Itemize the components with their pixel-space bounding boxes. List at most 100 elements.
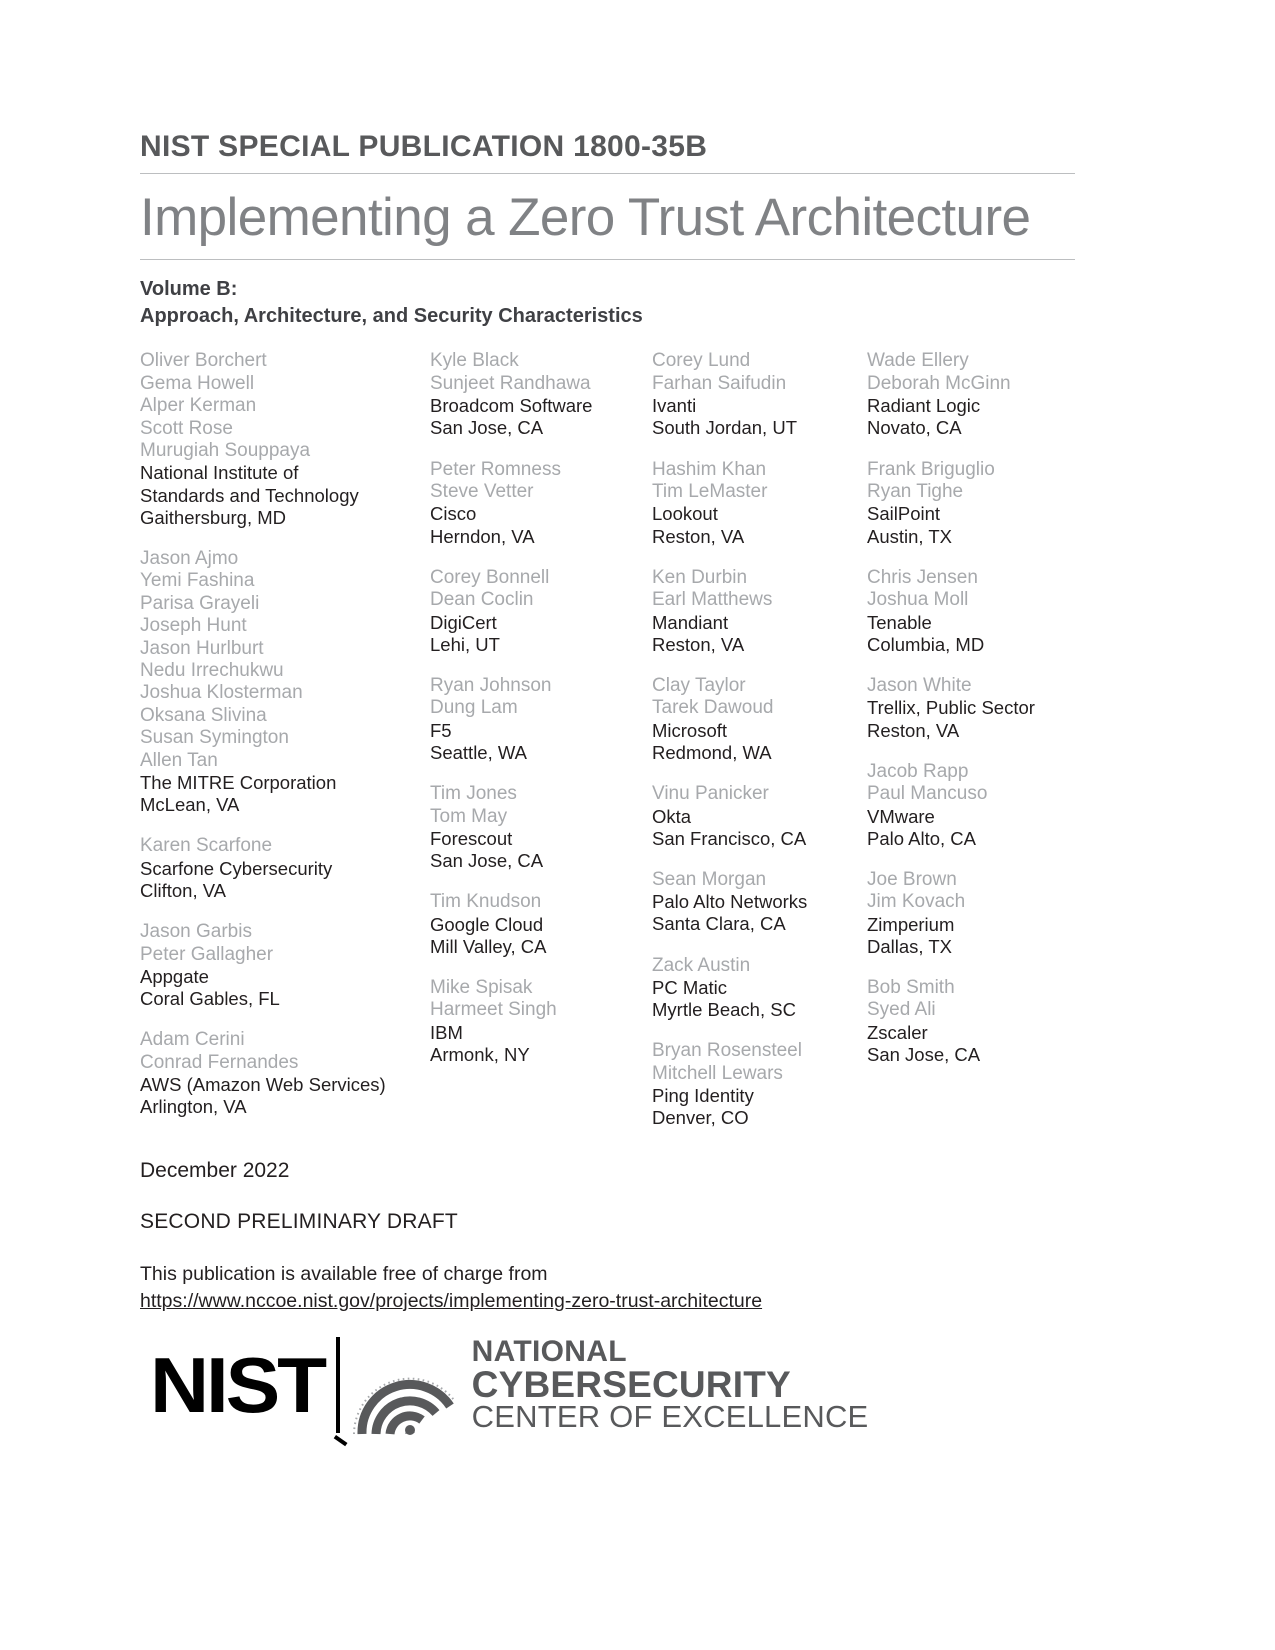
nist-wordmark: NIST (150, 1341, 327, 1429)
contributor-location: Seattle, WA (430, 741, 527, 763)
contributor-organization: Trellix, Public Sector (867, 697, 1035, 719)
contributor-name: Scott Rose (140, 417, 233, 439)
contributor-group: Corey Lund Farhan Saifudin Ivanti South Jor… (652, 350, 853, 439)
contributor-organization: IBM (430, 1021, 463, 1043)
contributor-name: Oliver Borchert (140, 350, 267, 372)
contributor-location: Austin, TX (867, 525, 953, 547)
availability-url-link[interactable]: https://www.nccoe.nist.gov/projects/impl… (140, 1288, 762, 1314)
contributor-name: Bob Smith (867, 977, 955, 999)
cover-footer: December 2022 SECOND PRELIMINARY DRAFT T… (140, 1149, 1075, 1314)
contributor-organization: SailPoint (867, 503, 941, 525)
contributor-name: Paul Mancuso (867, 783, 988, 805)
contributor-location: San Jose, CA (430, 417, 544, 439)
contributor-organization: Cisco (430, 503, 477, 525)
contributor-location: Herndon, VA (430, 525, 535, 547)
contributor-location: San Francisco, CA (652, 827, 807, 849)
contributor-location: Coral Gables, FL (140, 988, 280, 1010)
contributor-name: Wade Ellery (867, 350, 969, 372)
contributor-organization: Ivanti (652, 395, 697, 417)
contributor-group: Jacob Rapp Paul Mancuso VMware Palo Alto, C… (867, 761, 1061, 850)
contributor-location: Columbia, MD (867, 633, 985, 655)
contributor-name: Corey Lund (652, 350, 751, 372)
contributor-group: Bryan Rosensteel Mitchell Lewars Ping Iden… (652, 1040, 853, 1129)
contributor-group: Jason Ajmo Yemi Fashina Parisa Grayeli Jose… (140, 548, 416, 816)
volume-subtitle: Approach, Architecture, and Security Cha… (140, 305, 643, 328)
contributor-organization: The MITRE Corporation (140, 772, 337, 794)
contributor-group: Tim Knudson Google Cloud Mill Valley, CA (430, 891, 638, 958)
contributor-name: Tom May (430, 805, 508, 827)
contributor-name: Harmeet Singh (430, 999, 557, 1021)
contributor-name: Syed Ali (867, 999, 936, 1021)
contributor-location: Myrtle Beach, SC (652, 999, 796, 1021)
contributor-group: Corey Bonnell Dean Coclin DigiCert Lehi, UT (430, 567, 638, 656)
contributor-group: Jason Garbis Peter Gallagher Appgate Coral … (140, 921, 416, 1010)
contributor-organization: Zimperium (867, 913, 955, 935)
contributor-name: Joshua Klosterman (140, 682, 303, 704)
contributor-location: Novato, CA (867, 417, 962, 439)
contributor-name: Tarek Dawoud (652, 697, 774, 719)
contributor-organization: Palo Alto Networks (652, 891, 808, 913)
contributor-name: Gema Howell (140, 372, 255, 394)
contributor-group: Oliver Borchert Gema Howell Alper Kerman Sc… (140, 350, 416, 529)
contributor-column: Wade Ellery Deborah McGinn Radiant Logic No… (867, 350, 1075, 1148)
nist-nccoe-logo: NIST NATIONAL CYBERSECURITY CENTER OF EX… (150, 1325, 910, 1445)
contributor-name: Bryan Rosensteel (652, 1040, 802, 1062)
contributor-location: McLean, VA (140, 794, 240, 816)
contributor-name: Joe Brown (867, 868, 957, 890)
contributor-location: Clifton, VA (140, 879, 227, 901)
contributor-location: Lehi, UT (430, 633, 500, 655)
contributor-name: Sunjeet Randhawa (430, 372, 591, 394)
nccoe-line-national: NATIONAL (471, 1335, 627, 1369)
contributor-group: Tim Jones Tom May Forescout San Jose, CA (430, 783, 638, 872)
contributor-name: Hashim Khan (652, 458, 767, 480)
contributor-name: Jason White (867, 674, 972, 696)
contributor-location: Palo Alto, CA (867, 827, 977, 849)
contributor-organization: Lookout (652, 503, 718, 525)
contributor-location: Dallas, TX (867, 935, 952, 957)
document-page: NIST SPECIAL PUBLICATION 1800-35B Implem… (0, 0, 1275, 1650)
publication-date: December 2022 (140, 1158, 290, 1182)
contributor-name: Jason Garbis (140, 921, 252, 943)
contributor-name: Farhan Saifudin (652, 372, 787, 394)
contributor-group: Kyle Black Sunjeet Randhawa Broadcom Softw… (430, 350, 638, 439)
contributor-group: Bob Smith Syed Ali Zscaler San Jose, CA (867, 977, 1061, 1066)
contributor-name: Joseph Hunt (140, 615, 247, 637)
contributor-columns: Oliver Borchert Gema Howell Alper Kerman Sc… (140, 340, 1075, 1148)
contributor-name: Susan Symington (140, 727, 289, 749)
contributor-organization: Microsoft (652, 719, 728, 741)
contributor-name: Jason Hurlburt (140, 637, 264, 659)
contributor-name: Deborah McGinn (867, 372, 1011, 394)
contributor-group: Hashim Khan Tim LeMaster Lookout Reston, VA (652, 459, 853, 548)
logo-divider-bar (335, 1337, 340, 1433)
contributor-location: Gaithersburg, MD (140, 506, 286, 528)
contributor-organization: Scarfone Cybersecurity (140, 857, 333, 879)
contributor-group: Frank Briguglio Ryan Tighe SailPoint Austin… (867, 459, 1061, 548)
contributor-location: Arlington, VA (140, 1096, 247, 1118)
draft-status: SECOND PRELIMINARY DRAFT (140, 1209, 458, 1233)
contributor-name: Peter Romness (430, 458, 561, 480)
contributor-name: Tim Knudson (430, 891, 542, 913)
availability-text: This publication is available free of ch… (140, 1263, 548, 1286)
contributor-name: Earl Matthews (652, 589, 773, 611)
contributor-organization: PC Matic (652, 977, 728, 999)
contributor-name: Dung Lam (430, 697, 518, 719)
contributor-name: Joshua Moll (867, 589, 969, 611)
contributor-name: Corey Bonnell (430, 566, 550, 588)
contributor-organization: Standards and Technology (140, 484, 359, 506)
contributor-name: Dean Coclin (430, 589, 534, 611)
contributor-name: Jacob Rapp (867, 760, 969, 782)
contributor-group: Ryan Johnson Dung Lam F5 Seattle, WA (430, 675, 638, 764)
volume-label: Volume B: (140, 278, 238, 301)
contributor-name: Zack Austin (652, 954, 751, 976)
nccoe-line-cybersecurity: CYBERSECURITY (471, 1363, 791, 1405)
contributor-name: Karen Scarfone (140, 835, 273, 857)
contributor-location: Armonk, NY (430, 1044, 530, 1066)
contributor-name: Ryan Tighe (867, 480, 964, 502)
contributor-location: Santa Clara, CA (652, 913, 786, 935)
contributor-name: Frank Briguglio (867, 458, 995, 480)
contributor-name: Mike Spisak (430, 977, 533, 999)
nccoe-line-center-of-excellence: CENTER OF EXCELLENCE (471, 1399, 869, 1435)
contributor-location: South Jordan, UT (652, 417, 797, 439)
contributor-column: Kyle Black Sunjeet Randhawa Broadcom Softw… (430, 350, 652, 1148)
contributor-group: Adam Cerini Conrad Fernandes AWS (Amazon W… (140, 1029, 416, 1118)
